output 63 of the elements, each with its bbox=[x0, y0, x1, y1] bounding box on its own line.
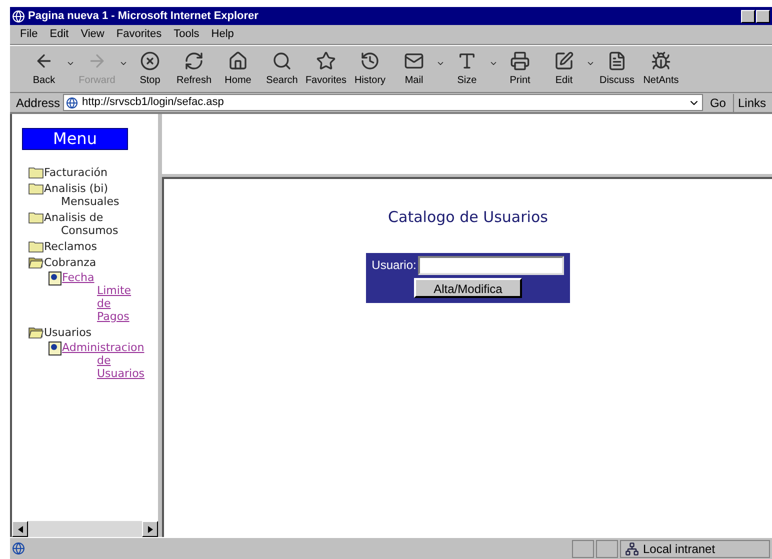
toolbar-button[interactable]: Edit bbox=[542, 50, 586, 88]
toolbar-button[interactable]: Print bbox=[498, 50, 542, 88]
page-icon bbox=[48, 341, 62, 356]
network-icon bbox=[625, 542, 639, 556]
page-heading: Catalogo de Usuarios bbox=[388, 207, 548, 228]
toolbar-button[interactable]: Favorites bbox=[304, 50, 348, 88]
mail-icon bbox=[404, 50, 424, 70]
minimize-icon[interactable] bbox=[741, 10, 755, 22]
menu-folder[interactable]: Analisis de Consumos bbox=[44, 211, 139, 237]
toolbar-button[interactable]: History bbox=[348, 50, 392, 88]
stop-icon bbox=[140, 50, 160, 70]
toolbar-button[interactable]: Home bbox=[216, 50, 260, 88]
text-size-icon bbox=[457, 50, 477, 70]
scroll-right-icon[interactable] bbox=[142, 521, 158, 537]
toolbar-button[interactable]: Discuss bbox=[595, 50, 639, 88]
page-status-icon bbox=[12, 542, 25, 555]
scroll-left-icon[interactable] bbox=[12, 521, 28, 537]
search-icon bbox=[272, 50, 292, 70]
menu-folder[interactable]: Cobranza bbox=[44, 256, 139, 269]
status-panel bbox=[572, 540, 594, 558]
horizontal-scrollbar[interactable] bbox=[12, 521, 158, 537]
page-icon bbox=[66, 96, 78, 108]
menu-item[interactable]: View bbox=[80, 26, 104, 43]
star-icon bbox=[316, 50, 336, 70]
menu-item[interactable]: File bbox=[20, 26, 38, 43]
maximize-icon[interactable] bbox=[756, 10, 770, 22]
edit-icon bbox=[554, 50, 574, 70]
browser-icon bbox=[12, 10, 25, 22]
menu-folder[interactable]: Usuarios bbox=[44, 326, 139, 339]
toolbar-button[interactable]: Search bbox=[260, 50, 304, 88]
address-field[interactable]: http://srvscb1/login/sefac.asp bbox=[63, 94, 703, 111]
menu-item[interactable]: Help bbox=[211, 26, 234, 43]
menu-item[interactable]: Tools bbox=[174, 26, 200, 43]
history-icon bbox=[360, 50, 380, 70]
window-title: Pagina nueva 1 - Microsoft Internet Explorer bbox=[28, 8, 258, 24]
links-button[interactable]: Links bbox=[732, 94, 766, 112]
page-icon bbox=[48, 271, 62, 286]
toolbar-button[interactable]: Back bbox=[22, 50, 66, 88]
refresh-icon bbox=[184, 50, 204, 70]
menu-link[interactable]: Administracion de Usuarios bbox=[62, 341, 145, 380]
menu-folder[interactable]: Reclamos bbox=[44, 240, 139, 253]
menu-item[interactable]: Favorites bbox=[116, 26, 162, 43]
user-field[interactable] bbox=[418, 256, 564, 274]
toolbar-button[interactable]: Size bbox=[445, 50, 489, 88]
toolbar-button[interactable]: Refresh bbox=[172, 50, 216, 88]
menu-item[interactable]: Edit bbox=[50, 26, 69, 43]
printer-icon bbox=[510, 50, 530, 70]
user-label: Usuario: bbox=[372, 257, 416, 274]
zone-label: Local intranet bbox=[643, 540, 716, 558]
go-button[interactable]: Go bbox=[706, 94, 730, 112]
toolbar-button[interactable]: NetAnts bbox=[639, 50, 683, 88]
toolbar-button[interactable]: Mail bbox=[392, 50, 436, 88]
bug-icon bbox=[651, 50, 671, 70]
menu-folder[interactable]: Analisis (bi) Mensuales bbox=[44, 182, 139, 208]
menu-folder[interactable]: Facturación bbox=[44, 166, 139, 179]
submit-button[interactable]: Alta/Modifica bbox=[414, 278, 522, 298]
menu-heading: Menu bbox=[22, 128, 128, 150]
status-panel bbox=[596, 540, 618, 558]
home-icon bbox=[228, 50, 248, 70]
menu-link[interactable]: Fecha Limite de Pagos bbox=[62, 271, 132, 323]
address-label: Address bbox=[16, 94, 60, 112]
toolbar-button[interactable]: Stop bbox=[128, 50, 172, 88]
document-icon bbox=[607, 50, 627, 70]
